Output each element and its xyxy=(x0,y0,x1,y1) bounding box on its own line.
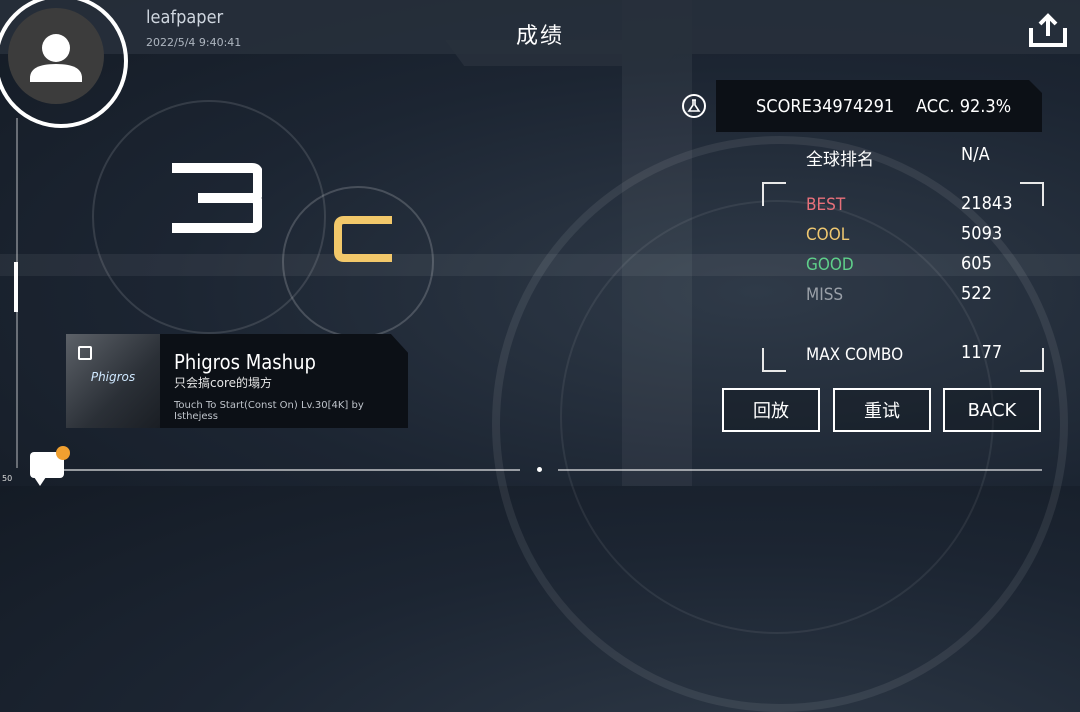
progress-line-left xyxy=(62,469,520,471)
share-upload-icon[interactable] xyxy=(1028,12,1068,48)
song-thumbnail: Phigros xyxy=(66,334,160,428)
good-value: 605 xyxy=(961,253,992,274)
song-subtitle: 只会搞core的塌方 xyxy=(174,376,272,390)
user-icon xyxy=(30,34,82,82)
phigros-logo-icon xyxy=(78,346,92,360)
retry-button[interactable]: 重试 xyxy=(833,388,931,432)
notification-badge xyxy=(56,446,70,460)
bracket-top-right xyxy=(1020,182,1044,206)
bracket-bottom-right xyxy=(1020,348,1044,372)
grade-letter: C xyxy=(332,210,396,266)
song-card: Phigros Phigros Mashup 只会搞core的塌方 Touch … xyxy=(66,334,408,428)
replay-button[interactable]: 回放 xyxy=(722,388,820,432)
flask-icon xyxy=(682,94,706,118)
best-label: BEST xyxy=(806,195,846,215)
accuracy-display: ACC. 92.3% xyxy=(916,96,1012,117)
score-display: SCORE34974291 xyxy=(756,96,895,117)
bracket-top-left xyxy=(762,182,786,206)
cool-label: COOL xyxy=(806,225,850,245)
global-rank-value: N/A xyxy=(961,144,990,165)
avatar-image xyxy=(8,8,104,104)
miss-label: MISS xyxy=(806,285,844,305)
left-rail-marker xyxy=(14,262,18,312)
score-panel: SCORE34974291 ACC. 92.3% xyxy=(716,80,1042,132)
progress-line-right xyxy=(558,469,1042,471)
accuracy-value: 92.3% xyxy=(959,96,1012,117)
bracket-bottom-left xyxy=(762,348,786,372)
fps-counter: 50 xyxy=(2,474,13,483)
progress-dot xyxy=(537,467,542,472)
avatar[interactable] xyxy=(0,0,128,128)
rank-number: 3 xyxy=(168,158,263,238)
good-label: GOOD xyxy=(806,255,854,275)
thumbnail-text: Phigros xyxy=(90,370,136,384)
cool-value: 5093 xyxy=(961,223,1003,244)
best-value: 21843 xyxy=(961,193,1013,214)
username: leafpaper xyxy=(146,7,224,28)
score-value: 34974291 xyxy=(811,96,895,117)
max-combo-value: 1177 xyxy=(961,342,1003,363)
miss-value: 522 xyxy=(961,283,992,304)
back-button[interactable]: BACK xyxy=(943,388,1041,432)
song-title: Phigros Mashup xyxy=(174,350,316,374)
max-combo-label: MAX COMBO xyxy=(806,345,904,365)
timestamp: 2022/5/4 9:40:41 xyxy=(146,36,242,49)
global-rank-label: 全球排名 xyxy=(806,150,874,170)
chart-info: Touch To Start(Const On) Lv.30[4K] by Is… xyxy=(174,400,364,422)
